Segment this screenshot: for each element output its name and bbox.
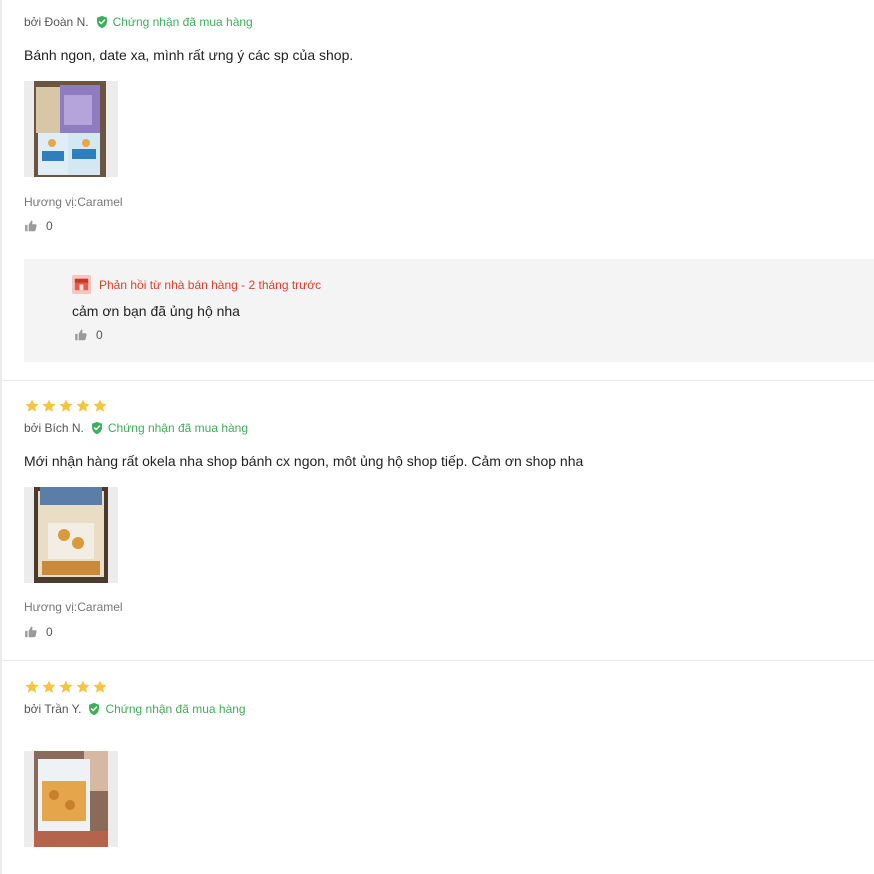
star-icon <box>41 679 57 695</box>
review-photo[interactable] <box>24 81 118 177</box>
thumbs-up-icon[interactable] <box>24 625 38 639</box>
star-icon <box>58 398 74 414</box>
variant-label: Hương vị:Caramel <box>24 600 123 614</box>
product-photo-image <box>24 751 118 847</box>
review-item: bởi Bích N. Chứng nhận đã mua hàng Mới n… <box>24 397 874 639</box>
star-icon <box>75 398 91 414</box>
product-photo-image <box>24 81 118 177</box>
seller-reply: Phản hồi từ nhà bán hàng - 2 tháng trước… <box>24 259 874 362</box>
star-icon <box>58 679 74 695</box>
divider <box>0 380 874 381</box>
star-icon <box>92 679 108 695</box>
author-line: bởi Trần Y. Chứng nhận đã mua hàng <box>24 700 246 718</box>
author-line: bởi Đoàn N. Chứng nhận đã mua hàng <box>24 13 874 31</box>
product-photo-image <box>24 487 118 583</box>
star-rating <box>24 678 874 696</box>
reply-text: cảm ơn bạn đã ủng hộ nha <box>72 303 240 319</box>
left-border <box>0 0 2 874</box>
divider <box>0 660 874 661</box>
verified-purchase-label: Chứng nhận đã mua hàng <box>112 15 253 29</box>
like-count: 0 <box>46 625 53 639</box>
shop-icon <box>72 275 91 294</box>
like-count: 0 <box>46 219 53 233</box>
review-item: bởi Đoàn N. Chứng nhận đã mua hàng Bánh … <box>24 13 874 233</box>
review-photo[interactable] <box>24 751 118 847</box>
review-content: Bánh ngon, date xa, mình rất ưng ý các s… <box>24 47 354 63</box>
verified-shield-icon <box>95 15 109 29</box>
star-icon <box>75 679 91 695</box>
review-item: bởi Trần Y. Chứng nhận đã mua hàng <box>24 678 874 847</box>
author-line: bởi Bích N. Chứng nhận đã mua hàng <box>24 419 248 437</box>
reply-header: Phản hồi từ nhà bán hàng - 2 tháng trước <box>72 275 321 294</box>
thumbs-up-icon[interactable] <box>74 328 88 342</box>
like-row: 0 <box>24 625 53 639</box>
verified-purchase-label: Chứng nhận đã mua hàng <box>107 421 249 435</box>
verified-purchase-label: Chứng nhận đã mua hàng <box>105 702 246 716</box>
variant-label: Hương vị:Caramel <box>24 195 123 209</box>
author-name: bởi Trần Y. <box>24 702 82 716</box>
reply-like-count: 0 <box>96 328 103 342</box>
star-icon <box>92 398 108 414</box>
author-name: bởi Bích N. <box>24 421 84 435</box>
like-row: 0 <box>24 219 53 233</box>
thumbs-up-icon[interactable] <box>24 219 38 233</box>
review-photo[interactable] <box>24 487 118 583</box>
star-icon <box>41 398 57 414</box>
review-content: Mới nhận hàng rất okela nha shop bánh cx… <box>24 453 584 469</box>
verified-shield-icon <box>87 702 101 716</box>
reply-header-text: Phản hồi từ nhà bán hàng - 2 tháng trước <box>99 277 322 292</box>
star-icon <box>24 679 40 695</box>
star-rating <box>24 397 874 415</box>
reply-like-row: 0 <box>74 328 103 342</box>
star-icon <box>24 398 40 414</box>
verified-shield-icon <box>90 421 104 435</box>
author-name: bởi Đoàn N. <box>24 15 89 29</box>
